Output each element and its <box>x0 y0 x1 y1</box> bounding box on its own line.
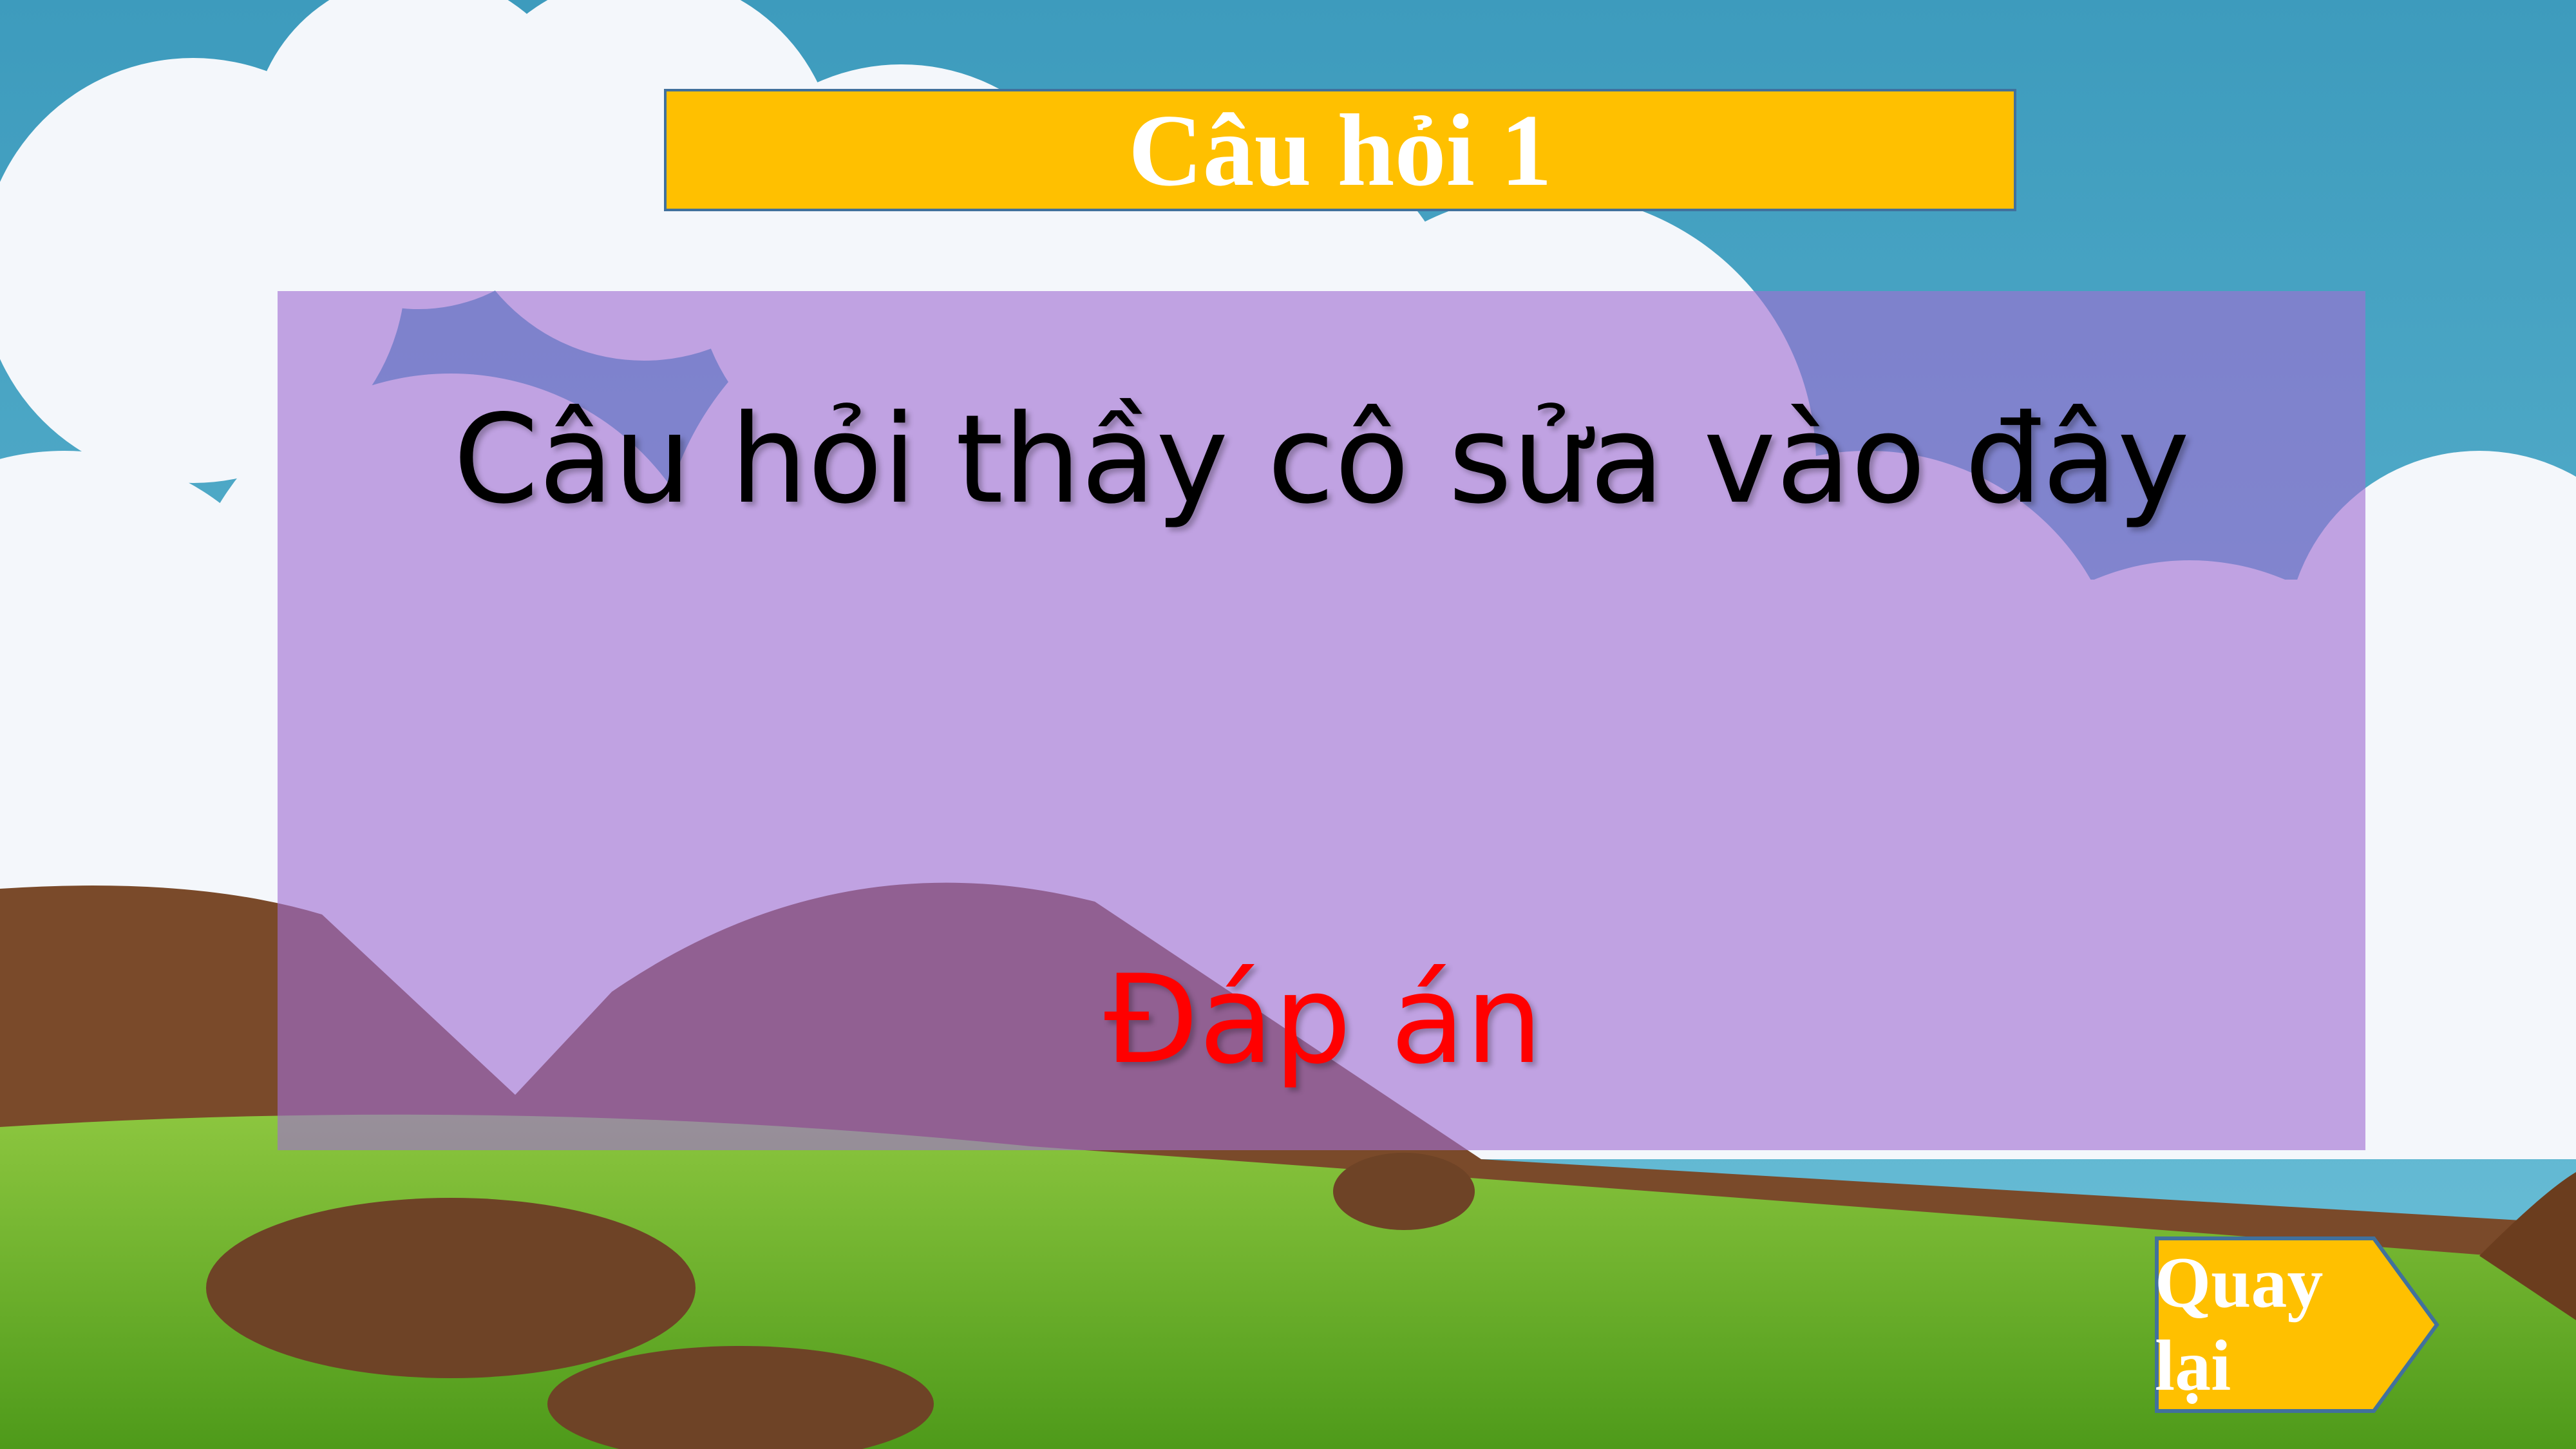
question-text: Câu hỏi thầy cô sửa vào đây <box>453 388 2190 531</box>
back-button-label: Quay lại <box>2155 1243 2324 1406</box>
question-title-banner: Câu hỏi 1 <box>664 89 2016 211</box>
answer-text[interactable]: Đáp án <box>902 947 1745 1094</box>
question-title: Câu hỏi 1 <box>1128 93 1552 207</box>
back-button[interactable]: Quay lại <box>2155 1236 2439 1413</box>
